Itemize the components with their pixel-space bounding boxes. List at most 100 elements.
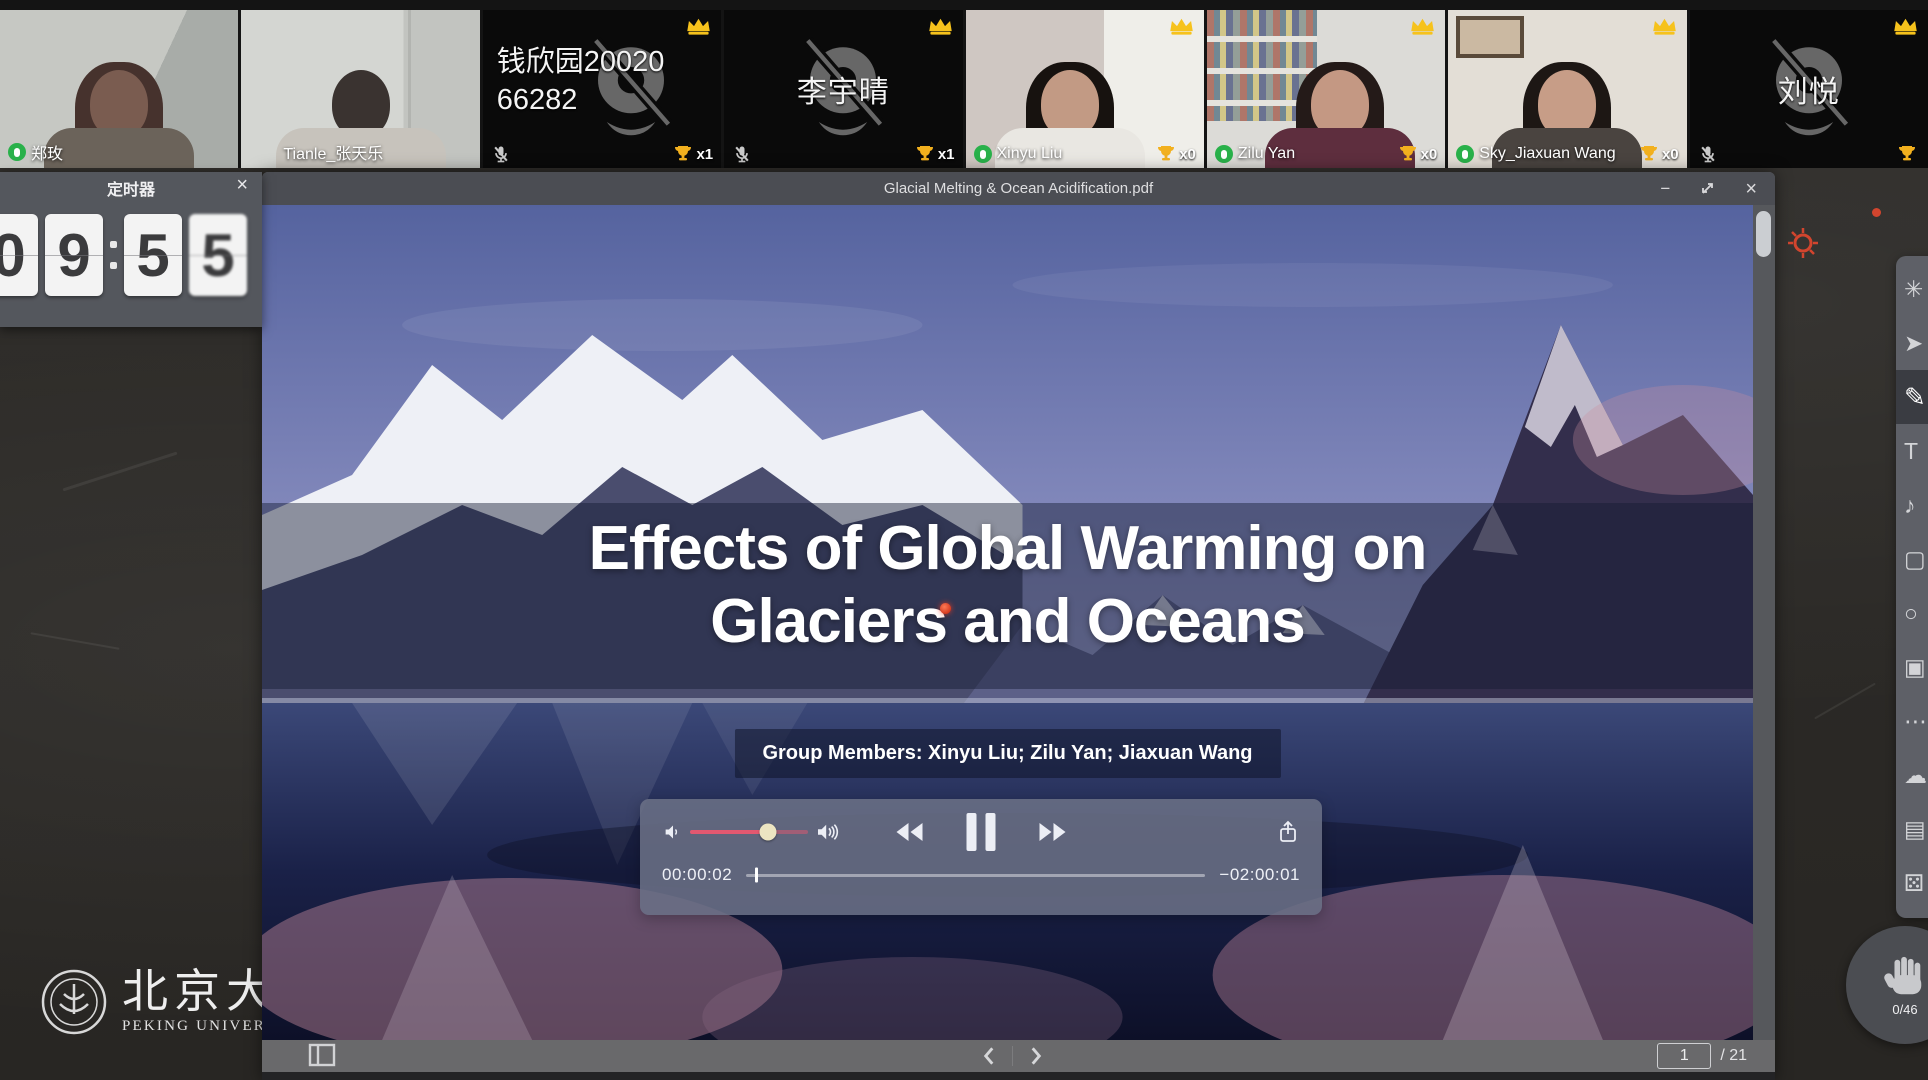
laser-pointer-icon[interactable]: ✳ — [1896, 262, 1928, 316]
sidebar-toggle-button[interactable] — [308, 1043, 336, 1067]
select-arrow-icon[interactable]: ➤ — [1896, 316, 1928, 370]
participant-name-display: 刘悦 — [1690, 67, 1928, 111]
whiteboard-toolbar: ✳ ➤ ✎ T ♪ ▢ ○ ▣ ⋯ ☁ ▤ ⚄ — [1896, 256, 1928, 918]
participant-tile-ziluyan[interactable]: Zilu Yan x0 — [1207, 10, 1445, 168]
timer-panel: 定时器 × 0 9 5 5 — [0, 172, 262, 327]
page-number-input[interactable]: 1 — [1657, 1043, 1711, 1069]
share-button[interactable] — [1278, 820, 1298, 844]
audio-on-badge-icon — [8, 143, 26, 161]
flip-clock: 0 9 5 5 — [0, 204, 262, 296]
window-title: Glacial Melting & Ocean Acidification.pd… — [262, 180, 1775, 197]
trophy-icon — [1398, 144, 1418, 164]
rewind-button[interactable] — [893, 821, 927, 843]
elapsed-time: 00:00:02 — [662, 865, 732, 885]
audio-on-badge-icon — [1215, 145, 1233, 163]
nav-divider — [1012, 1046, 1013, 1066]
media-player-controls: 00:00:02 −02:00:01 — [640, 799, 1322, 915]
pdf-scrollbar-thumb[interactable] — [1756, 211, 1771, 257]
previous-page-button[interactable] — [980, 1045, 998, 1067]
participant-tile-xinyuliu[interactable]: Xinyu Liu x0 — [966, 10, 1204, 168]
crown-icon — [1168, 15, 1195, 36]
mic-muted-icon — [732, 144, 752, 164]
mic-muted-icon — [491, 144, 511, 164]
curve-tool-icon[interactable]: ♪ — [1896, 478, 1928, 532]
trophy-icon — [1897, 144, 1917, 164]
fast-forward-button[interactable] — [1036, 821, 1070, 843]
background-picture-frame — [1456, 16, 1524, 58]
window-titlebar[interactable]: Glacial Melting & Ocean Acidification.pd… — [262, 172, 1775, 205]
image-tool-icon[interactable]: ▣ — [1896, 640, 1928, 694]
window-bottom-edge — [262, 1072, 1775, 1080]
pdf-scrollbar[interactable] — [1753, 205, 1775, 1040]
slide-title: Effects of Global Warming on Glaciers an… — [262, 513, 1753, 658]
pause-button[interactable] — [967, 813, 996, 851]
more-tools-icon[interactable]: ⋯ — [1896, 694, 1928, 748]
participant-tile-qianxinyuan[interactable]: 钱欣园20020 66282 x1 — [483, 10, 721, 168]
trophy-icon — [1639, 144, 1659, 164]
random-pick-icon[interactable]: ⚄ — [1896, 856, 1928, 910]
pdf-viewer-window: Glacial Melting & Ocean Acidification.pd… — [262, 172, 1775, 1080]
trophy-icon — [1156, 144, 1176, 164]
cloud-icon[interactable]: ☁ — [1896, 748, 1928, 802]
participant-tile-liuyue[interactable]: 刘悦 — [1690, 10, 1928, 168]
participant-name-label: Zilu Yan — [1238, 145, 1295, 163]
toolbox-icon[interactable]: ▤ — [1896, 802, 1928, 856]
laser-pointer-dot — [940, 603, 951, 614]
participant-name-display: 钱欣园20020 66282 — [497, 44, 665, 119]
crown-icon — [685, 15, 712, 36]
shape-tool-icon[interactable]: ○ — [1896, 586, 1928, 640]
pen-icon[interactable]: ✎ — [1896, 370, 1928, 424]
raised-hand-icon — [1883, 954, 1927, 1000]
audio-on-badge-icon — [1456, 145, 1474, 163]
page-total-label: / 21 — [1720, 1047, 1747, 1065]
slide-page: Effects of Global Warming on Glaciers an… — [262, 205, 1753, 1040]
window-close-button[interactable]: × — [1745, 179, 1757, 199]
participant-name-label: 郑玫 — [31, 140, 63, 164]
volume-slider[interactable] — [690, 830, 808, 834]
participants-video-strip: 郑玫 Tianle_张天乐 钱欣园20020 66282 — [0, 0, 1928, 168]
timer-title: 定时器 — [107, 176, 155, 200]
participant-name-label: Xinyu Liu — [997, 145, 1063, 163]
chalk-mark — [62, 452, 177, 492]
timer-close-button[interactable]: × — [236, 174, 248, 197]
participant-tile-jiaxuanwang[interactable]: Sky_Jiaxuan Wang x0 — [1448, 10, 1686, 168]
trophy-count: x0 — [1421, 146, 1438, 163]
flip-digit: 5 — [124, 214, 182, 296]
participant-tile-liyuqing[interactable]: 李宇晴 x1 — [724, 10, 962, 168]
crown-icon — [1409, 15, 1436, 36]
seek-bar[interactable] — [746, 874, 1205, 877]
mic-muted-icon — [1698, 144, 1718, 164]
playhead[interactable] — [755, 868, 758, 883]
trophy-icon — [915, 144, 935, 164]
trophy-icon — [673, 144, 693, 164]
slide-subtitle-bar: Group Members: Xinyu Liu; Zilu Yan; Jiax… — [734, 729, 1280, 778]
raise-hand-count: 0/46 — [1892, 1002, 1917, 1017]
remaining-time: −02:00:01 — [1219, 865, 1300, 885]
trophy-count: x1 — [696, 146, 713, 163]
flip-digit: 9 — [45, 214, 103, 296]
crown-icon — [927, 15, 954, 36]
text-tool-icon[interactable]: T — [1896, 424, 1928, 478]
flip-digit-flipping: 5 — [189, 214, 247, 296]
trophy-count: x1 — [938, 146, 955, 163]
flip-digit: 0 — [0, 214, 38, 296]
crown-icon — [1892, 15, 1919, 36]
participant-name-display: 李宇晴 — [724, 67, 962, 111]
next-page-button[interactable] — [1027, 1045, 1045, 1067]
participant-tile-tianle[interactable]: Tianle_张天乐 — [241, 10, 479, 168]
trophy-count: x0 — [1662, 146, 1679, 163]
crown-icon — [1651, 15, 1678, 36]
participant-name-label: Tianle_张天乐 — [283, 140, 383, 164]
participant-tile-zhengmei[interactable]: 郑玫 — [0, 10, 238, 168]
participant-name-label: Sky_Jiaxuan Wang — [1479, 145, 1615, 163]
volume-high-icon — [816, 822, 840, 842]
audio-on-badge-icon — [974, 145, 992, 163]
volume-slider-knob[interactable] — [759, 824, 776, 841]
maximize-button[interactable] — [1700, 181, 1715, 196]
volume-low-icon — [664, 823, 682, 841]
pku-seal-icon — [40, 968, 108, 1036]
chalk-mark — [1814, 683, 1876, 720]
screenshot-icon[interactable]: ▢ — [1896, 532, 1928, 586]
minimize-button[interactable]: − — [1660, 180, 1670, 197]
chalk-mark — [31, 632, 120, 650]
